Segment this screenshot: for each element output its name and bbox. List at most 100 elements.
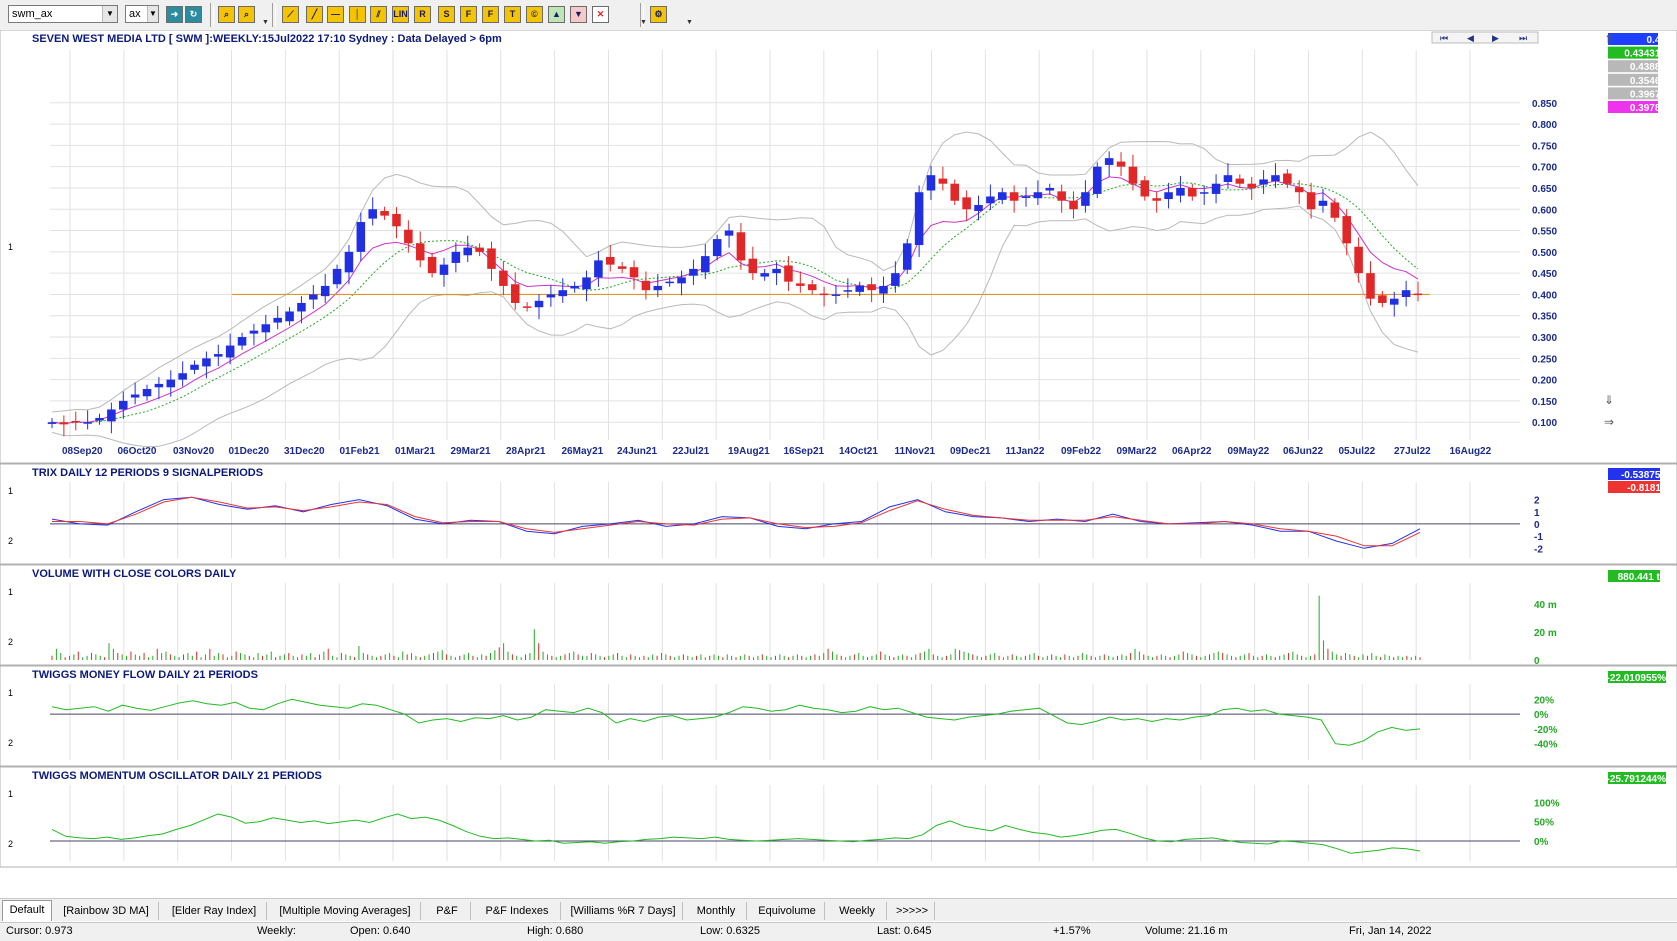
trix-panel[interactable]: TRIX DAILY 12 PERIODS 9 SIGNALPERIODS 1 … xyxy=(0,463,1677,565)
candle-body xyxy=(867,284,876,291)
nav-next-icon[interactable]: ▶ xyxy=(1492,33,1499,43)
exchange-value: ax xyxy=(129,8,141,20)
candle-body xyxy=(380,210,389,216)
value-box-label: 0.35468 xyxy=(1630,76,1667,87)
x-tick-label: 29Mar21 xyxy=(451,446,491,457)
scroll-down-icon[interactable]: ⇓ xyxy=(1604,393,1614,407)
nav-last-icon[interactable]: ⏭ xyxy=(1519,33,1527,43)
symbol-value: swm_ax xyxy=(12,8,53,20)
nav-prev-icon[interactable]: ◀ xyxy=(1467,33,1474,43)
x-tick-label: 31Dec20 xyxy=(284,446,325,457)
binoculars-icon[interactable]: ⌕ xyxy=(218,6,235,23)
status-cursor: Cursor: 0.973 xyxy=(6,925,73,937)
y-tick-label: 100% xyxy=(1534,798,1560,809)
layout-tab[interactable]: [Multiple Moving Averages] xyxy=(270,902,421,920)
candle-body xyxy=(1259,179,1268,185)
y-tick-label: 0.100 xyxy=(1532,418,1557,429)
y-tick-label: 0.200 xyxy=(1532,376,1557,387)
layout-tab[interactable]: [Rainbow 3D MA] xyxy=(54,902,159,920)
layout-tab[interactable]: Monthly xyxy=(686,902,747,920)
x-tick-label: 16Sep21 xyxy=(784,446,825,457)
layout-tab[interactable]: P&F Indexes xyxy=(474,902,561,920)
down-arrow-icon[interactable]: ▼ xyxy=(570,6,587,23)
candle-body xyxy=(130,394,140,398)
y-tick-label: 0.450 xyxy=(1532,269,1557,280)
candle-body xyxy=(237,337,247,346)
symbol-combo[interactable]: swm_ax ▼ xyxy=(8,5,118,23)
status-volume: Volume: 21.16 m xyxy=(1145,925,1228,937)
chevron-down-icon[interactable]: ▼ xyxy=(147,6,158,22)
trendline-icon[interactable]: ⟋ xyxy=(282,6,299,23)
candle-body xyxy=(1069,200,1078,210)
delete-icon[interactable]: ✕ xyxy=(592,6,609,23)
candle-body xyxy=(796,283,805,286)
candle-body xyxy=(653,285,663,291)
x-tick-label: 09May22 xyxy=(1228,446,1270,457)
copyright-icon[interactable]: © xyxy=(526,6,543,23)
candle-body xyxy=(463,247,473,256)
candle-body xyxy=(107,409,116,422)
layout-tab[interactable]: Weekly xyxy=(828,902,887,920)
momentum-panel[interactable]: TWIGGS MOMENTUM OSCILLATOR DAILY 21 PERI… xyxy=(0,766,1677,868)
toolbar-grip[interactable]: ▼ xyxy=(686,19,693,27)
candle-body xyxy=(1057,191,1066,201)
candle-body xyxy=(558,290,568,297)
layout-tab[interactable]: Default xyxy=(2,900,52,921)
y-tick-label: -1 xyxy=(1534,532,1543,543)
layout-tab[interactable]: [Williams %R 7 Days] xyxy=(564,902,683,920)
x-tick-label: 06Oct20 xyxy=(118,446,157,457)
trix-value-boxes: -0.538755 -0.81811 xyxy=(1608,468,1666,494)
exchange-combo[interactable]: ax ▼ xyxy=(125,5,159,23)
candle-body xyxy=(392,213,401,227)
value-box-label: 0.434316 xyxy=(1624,49,1666,60)
y-tick-label: 0% xyxy=(1534,837,1549,848)
candle-body xyxy=(1294,187,1304,193)
layout-tab[interactable]: >>>>> xyxy=(890,902,935,920)
horizontal-line-icon[interactable]: — xyxy=(327,6,344,23)
y-tick-label: 0.750 xyxy=(1532,141,1557,152)
main-chart-panel[interactable]: SEVEN WEST MEDIA LTD [ SWM ]:WEEKLY:15Ju… xyxy=(0,30,1677,464)
go-arrow-icon[interactable]: ➜ xyxy=(166,6,183,23)
text-note-icon[interactable]: T xyxy=(504,6,521,23)
lin-regression-icon[interactable]: LIN xyxy=(392,6,409,23)
up-arrow-icon[interactable]: ▲ xyxy=(548,6,565,23)
layout-tab[interactable]: [Elder Ray Index] xyxy=(162,902,267,920)
settings-tool-icon[interactable]: ⚙ xyxy=(650,6,667,23)
toolbar-grip[interactable]: ▼ xyxy=(640,19,647,27)
candle-body xyxy=(1164,192,1173,200)
raff-channel-icon[interactable]: R xyxy=(414,6,431,23)
scroll-navigator[interactable]: ⏮ ◀ ▶ ⏭ xyxy=(1431,31,1539,44)
candle-body xyxy=(594,260,603,278)
y-tick-label: 1 xyxy=(1534,508,1540,519)
binoculars-disabled-icon[interactable]: ⌕ xyxy=(238,6,255,23)
candle-body xyxy=(1223,175,1233,182)
candle-body xyxy=(71,420,81,423)
trix-left-top: 1 xyxy=(8,486,13,496)
std-channel-icon[interactable]: S xyxy=(438,6,455,23)
parallel-lines-icon[interactable]: ⫽ xyxy=(370,6,387,23)
x-tick-label: 11Nov21 xyxy=(895,446,936,457)
volume-panel[interactable]: VOLUME WITH CLOSE COLORS DAILY 1 2 40 m 2… xyxy=(0,564,1677,667)
refresh-icon[interactable]: ↻ xyxy=(185,6,202,23)
chart-area[interactable]: SEVEN WEST MEDIA LTD [ SWM ]:WEEKLY:15Ju… xyxy=(0,30,1677,890)
chevron-down-icon[interactable]: ▼ xyxy=(102,6,117,22)
y-tick-label: 0.550 xyxy=(1532,227,1557,238)
candle-body xyxy=(1318,200,1328,206)
nav-first-icon[interactable]: ⏮ xyxy=(1440,33,1448,43)
candle-body xyxy=(1152,198,1161,201)
toolbar-grip[interactable]: ▼ xyxy=(262,19,269,27)
scroll-up-icon[interactable]: ⇑ xyxy=(1604,32,1614,46)
y-tick-label: 20 m xyxy=(1534,628,1557,639)
layout-tab[interactable]: Equivolume xyxy=(750,902,825,920)
fib-icon[interactable]: F xyxy=(460,6,477,23)
layout-tab[interactable]: P&F xyxy=(424,902,471,920)
fib-time-icon[interactable]: F xyxy=(482,6,499,23)
money-flow-panel[interactable]: TWIGGS MONEY FLOW DAILY 21 PERIODS 1 2 2… xyxy=(0,665,1677,767)
vertical-line-icon[interactable]: │ xyxy=(349,6,366,23)
candle-body xyxy=(320,285,330,297)
y-tick-label: -40% xyxy=(1534,740,1557,751)
scroll-right-icon[interactable]: ⇒ xyxy=(1604,415,1614,429)
candle-body xyxy=(1401,290,1411,297)
candle-body xyxy=(344,251,354,273)
line-icon[interactable]: ╱ xyxy=(306,6,323,23)
